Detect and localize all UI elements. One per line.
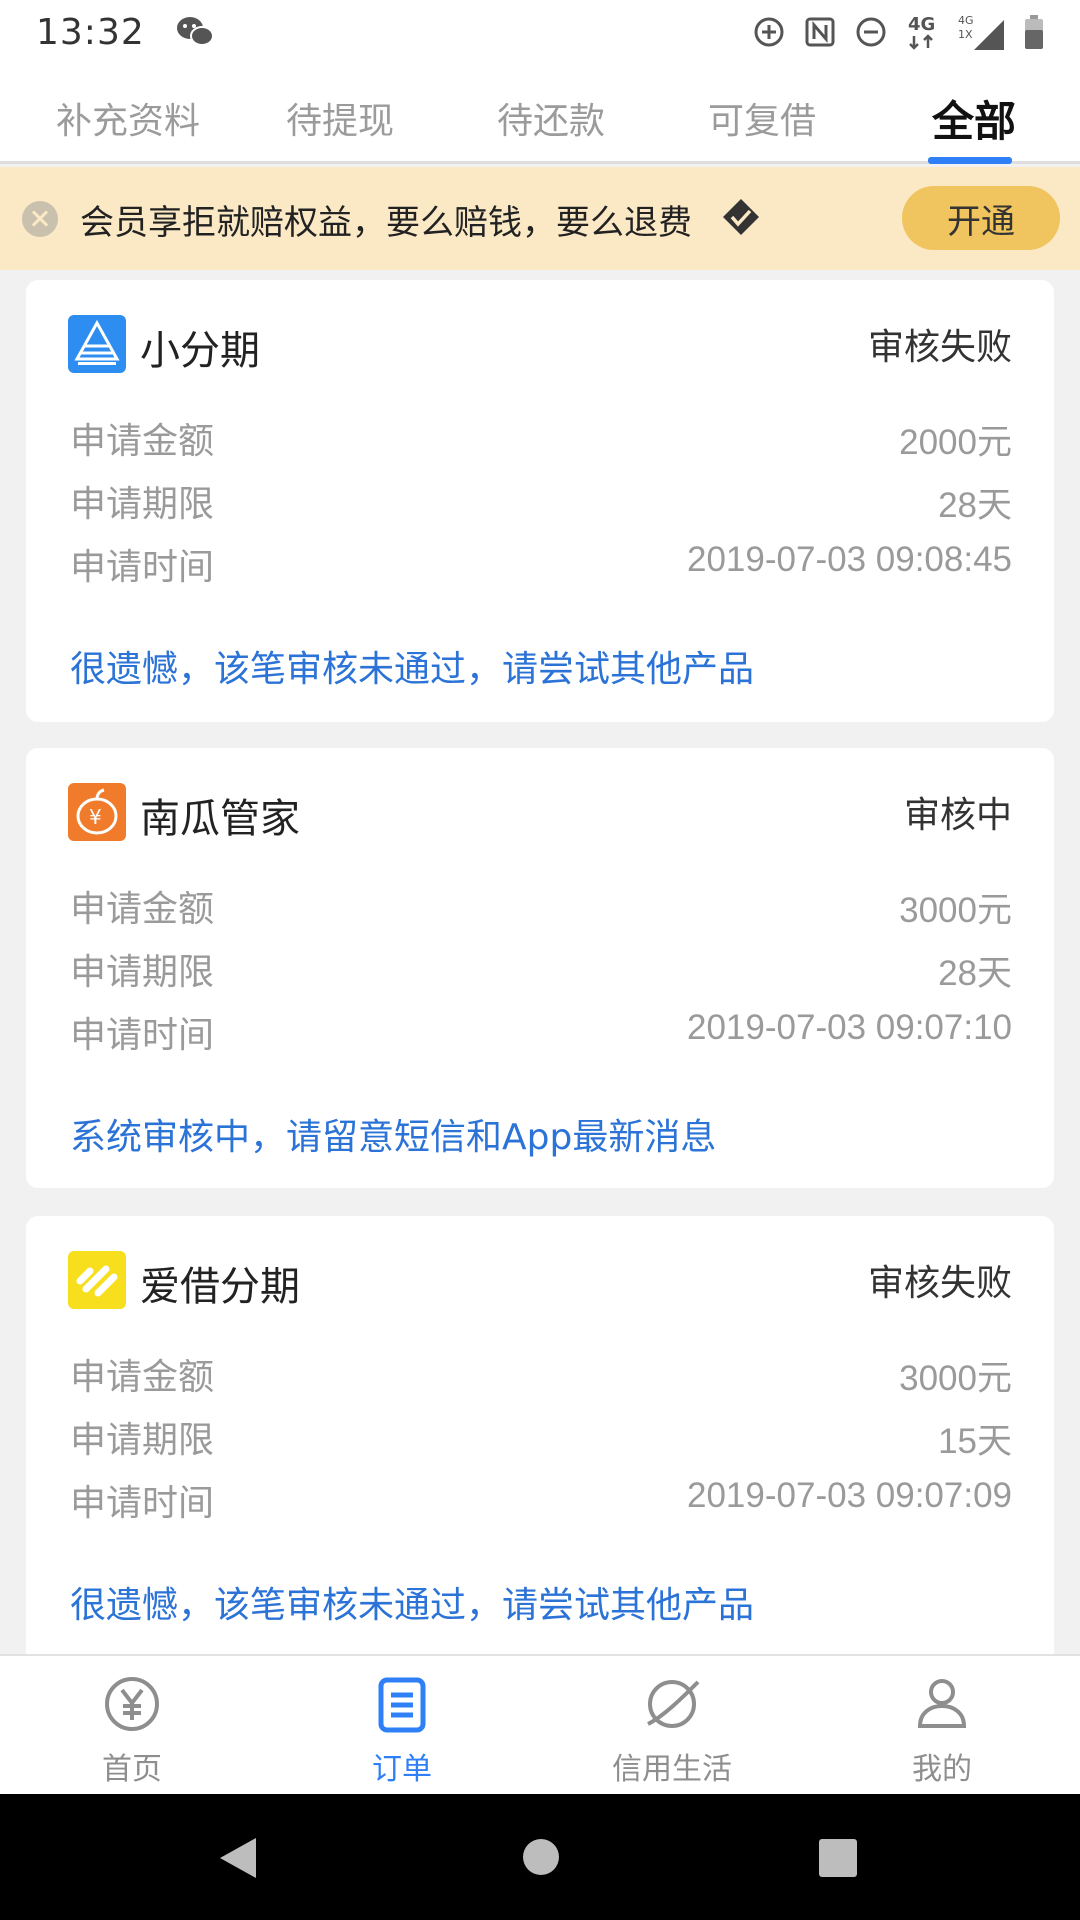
status-bar: 13:32 4G 4G 1X <box>0 0 1080 64</box>
tab-indicator <box>928 157 1012 164</box>
amount-value: 3000元 <box>899 1359 1012 1398</box>
nav-home[interactable]: 首页 <box>32 1656 232 1796</box>
banner-text: 会员享拒就赔权益，要么赔钱，要么退费 <box>80 203 692 243</box>
open-membership-button[interactable]: 开通 <box>902 186 1060 250</box>
order-card[interactable]: 小分期 审核失败 申请金额 2000元 申请期限 28天 申请时间 2019-0… <box>26 280 1054 722</box>
svg-text:4G: 4G <box>958 14 974 27</box>
dnd-icon <box>854 15 888 49</box>
amount-label: 申请金额 <box>70 421 215 462</box>
term-value: 15天 <box>938 1422 1012 1461</box>
svg-text:4G: 4G <box>908 14 935 35</box>
term-label: 申请期限 <box>70 952 215 993</box>
time-value: 2019-07-03 09:07:10 <box>687 1008 1012 1047</box>
time-label: 申请时间 <box>70 1483 215 1524</box>
time-label: 申请时间 <box>70 1015 215 1056</box>
bottom-nav: 首页 订单 信用生活 我的 <box>0 1654 1080 1794</box>
time-value: 2019-07-03 09:08:45 <box>687 540 1012 579</box>
order-list-icon <box>372 1674 432 1738</box>
order-tabs: 补充资料 待提现 待还款 可复借 全部 <box>0 64 1080 164</box>
status-time: 13:32 <box>36 11 145 53</box>
home-icon[interactable] <box>522 1838 560 1880</box>
term-label: 申请期限 <box>70 1420 215 1461</box>
wechat-icon <box>175 14 215 50</box>
order-card[interactable]: 爱借分期 审核失败 申请金额 3000元 申请期限 15天 申请时间 2019-… <box>26 1216 1054 1654</box>
tab-reborrow[interactable]: 可复借 <box>708 92 816 144</box>
order-note[interactable]: 很遗憾，该笔审核未通过，请尝试其他产品 <box>70 640 754 692</box>
amount-label: 申请金额 <box>70 1357 215 1398</box>
close-icon[interactable] <box>22 201 58 237</box>
amount-value: 2000元 <box>899 423 1012 462</box>
nav-label: 我的 <box>912 1752 972 1787</box>
svg-text:1X: 1X <box>958 28 973 41</box>
nav-profile[interactable]: 我的 <box>842 1656 1042 1796</box>
nav-orders[interactable]: 订单 <box>302 1656 502 1796</box>
signal-icon: 4G 1X <box>958 12 1006 52</box>
data-saver-icon <box>752 15 786 49</box>
term-label: 申请期限 <box>70 484 215 525</box>
term-value: 28天 <box>938 954 1012 993</box>
order-note[interactable]: 很遗憾，该笔审核未通过，请尝试其他产品 <box>70 1576 754 1628</box>
order-product-name: 南瓜管家 <box>140 796 300 842</box>
amount-label: 申请金额 <box>70 889 215 930</box>
back-icon[interactable] <box>216 1834 260 1886</box>
yen-coin-icon <box>102 1674 162 1738</box>
order-status: 审核中 <box>903 795 1012 836</box>
diamond-icon <box>720 196 762 242</box>
person-icon <box>912 1674 972 1738</box>
order-status: 审核失败 <box>867 327 1012 368</box>
svg-text:¥: ¥ <box>89 805 102 829</box>
order-product-name: 爱借分期 <box>140 1264 300 1310</box>
order-card[interactable]: ¥ 南瓜管家 审核中 申请金额 3000元 申请期限 28天 申请时间 2019… <box>26 748 1054 1188</box>
nav-label: 订单 <box>372 1752 432 1787</box>
4g-icon: 4G <box>906 12 940 52</box>
order-status: 审核失败 <box>867 1263 1012 1304</box>
nav-label: 信用生活 <box>612 1752 732 1787</box>
time-value: 2019-07-03 09:07:09 <box>687 1476 1012 1515</box>
tab-pending-withdraw[interactable]: 待提现 <box>286 92 394 144</box>
nav-credit-life[interactable]: 信用生活 <box>572 1656 772 1796</box>
nfc-icon <box>804 16 836 48</box>
system-nav-bar <box>0 1794 1080 1920</box>
amount-value: 3000元 <box>899 891 1012 930</box>
term-value: 28天 <box>938 486 1012 525</box>
tab-supplement[interactable]: 补充资料 <box>56 92 200 144</box>
tab-all[interactable]: 全部 <box>932 88 1016 149</box>
order-product-name: 小分期 <box>140 328 260 374</box>
nav-label: 首页 <box>102 1752 162 1787</box>
pumpkin-logo-icon: ¥ <box>68 783 126 841</box>
recents-icon[interactable] <box>818 1838 858 1882</box>
xiaofenqi-logo-icon <box>68 315 126 373</box>
battery-icon <box>1024 14 1044 50</box>
aijie-logo-icon <box>68 1251 126 1309</box>
order-note[interactable]: 系统审核中，请留意短信和App最新消息 <box>70 1108 716 1160</box>
tab-pending-repay[interactable]: 待还款 <box>497 92 605 144</box>
time-label: 申请时间 <box>70 547 215 588</box>
membership-banner: 会员享拒就赔权益，要么赔钱，要么退费 开通 <box>0 167 1080 270</box>
planet-icon <box>640 1674 704 1738</box>
